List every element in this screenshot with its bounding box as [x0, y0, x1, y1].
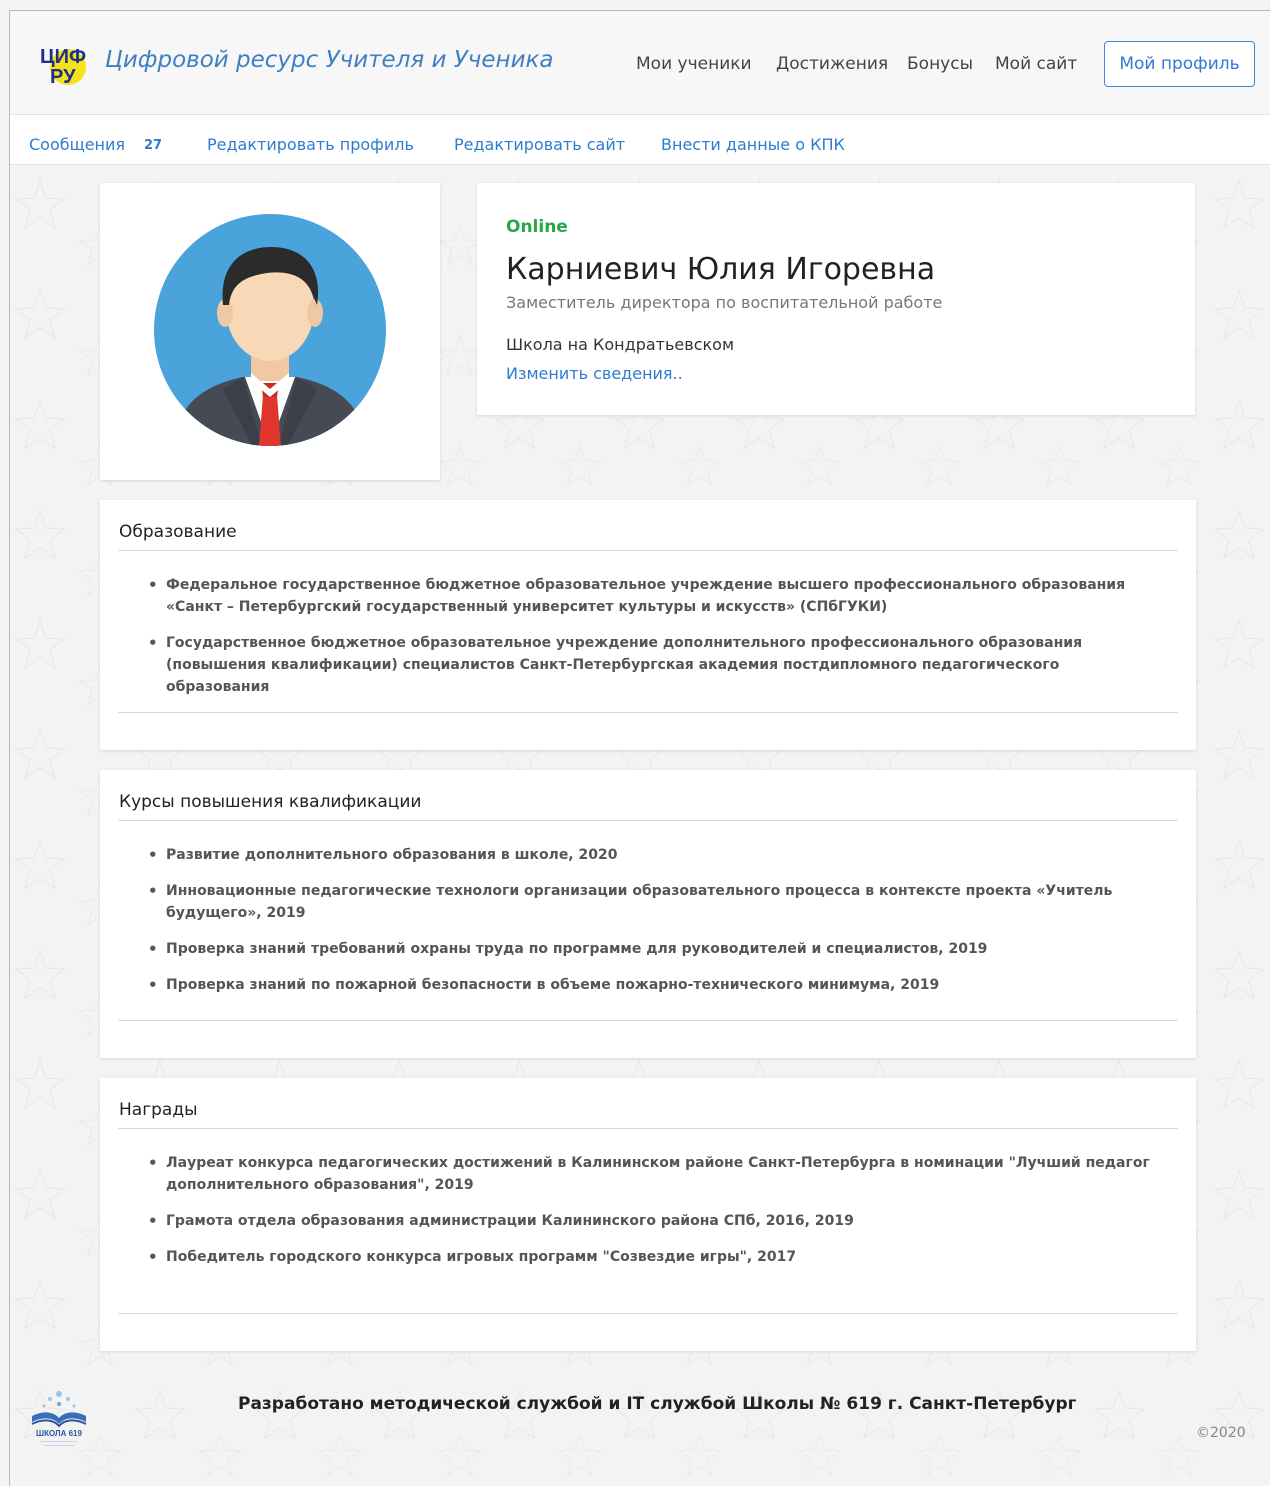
courses-section: Курсы повышения квалификации Развитие до…	[100, 770, 1196, 1058]
divider	[118, 820, 1178, 821]
section-title: Курсы повышения квалификации	[119, 792, 422, 812]
list-item: Развитие дополнительного образования в ш…	[148, 844, 1156, 866]
top-navbar: ЦИФ РУ Цифровой ресурс Учителя и Ученика…	[10, 11, 1270, 115]
list-item: Государственное бюджетное образовательно…	[148, 632, 1156, 698]
edit-profile-link[interactable]: Редактировать профиль	[207, 135, 414, 154]
svg-text:РУ: РУ	[50, 66, 76, 88]
my-profile-button[interactable]: Мой профиль	[1104, 41, 1255, 87]
edit-info-link[interactable]: Изменить сведения..	[506, 364, 683, 383]
profile-school: Школа на Кондратьевском	[506, 335, 735, 354]
messages-count-badge[interactable]: 27	[144, 138, 162, 153]
brand-name[interactable]: Цифровой ресурс Учителя и Ученика	[105, 47, 554, 73]
user-avatar-icon	[154, 214, 386, 446]
svg-text:ЦИФ: ЦИФ	[40, 46, 86, 68]
add-kpk-link[interactable]: Внести данные о КПК	[661, 135, 845, 154]
page-frame: ЦИФ РУ Цифровой ресурс Учителя и Ученика…	[9, 10, 1270, 1486]
courses-list: Развитие дополнительного образования в ш…	[148, 844, 1156, 1010]
sub-navbar: Сообщения 27 Редактировать профиль Редак…	[10, 115, 1270, 165]
divider	[118, 1020, 1178, 1021]
profile-name: Карниевич Юлия Игоревна	[506, 252, 936, 287]
section-title: Награды	[119, 1100, 198, 1120]
profile-info-card: Online Карниевич Юлия Игоревна Заместите…	[477, 183, 1195, 415]
nav-my-site[interactable]: Мой сайт	[995, 54, 1077, 74]
footer-credits: Разработано методической службой и IT сл…	[238, 1394, 1077, 1414]
footer-logo-caption: ШКОЛА 619	[36, 1429, 82, 1438]
list-item: Инновационные педагогические технологи о…	[148, 880, 1156, 924]
profile-position: Заместитель директора по воспитательной …	[506, 293, 943, 312]
avatar-card	[100, 183, 440, 480]
education-section: Образование Федеральное государственное …	[100, 500, 1196, 750]
divider	[118, 1128, 1178, 1129]
list-item: Грамота отдела образования администрации…	[148, 1210, 1156, 1232]
education-list: Федеральное государственное бюджетное об…	[148, 574, 1156, 712]
online-status: Online	[506, 217, 568, 237]
nav-achievements[interactable]: Достижения	[776, 54, 888, 74]
section-title: Образование	[119, 522, 237, 542]
divider	[118, 550, 1178, 551]
awards-list: Лауреат конкурса педагогических достижен…	[148, 1152, 1156, 1282]
awards-section: Награды Лауреат конкурса педагогических …	[100, 1078, 1196, 1351]
edit-site-link[interactable]: Редактировать сайт	[454, 135, 625, 154]
list-item: Проверка знаний требований охраны труда …	[148, 938, 1156, 960]
list-item: Лауреат конкурса педагогических достижен…	[148, 1152, 1156, 1196]
divider	[118, 1313, 1178, 1314]
list-item: Проверка знаний по пожарной безопасности…	[148, 974, 1156, 996]
cifru-logo-icon[interactable]: ЦИФ РУ	[38, 41, 96, 89]
copyright: ©2020	[1196, 1425, 1246, 1441]
divider	[118, 712, 1178, 713]
messages-link[interactable]: Сообщения	[29, 135, 125, 154]
list-item: Победитель городского конкурса игровых п…	[148, 1246, 1156, 1268]
school-619-logo-icon[interactable]: ШКОЛА 619	[28, 1386, 90, 1452]
nav-bonuses[interactable]: Бонусы	[907, 54, 973, 74]
list-item: Федеральное государственное бюджетное об…	[148, 574, 1156, 618]
nav-my-students[interactable]: Мои ученики	[636, 54, 752, 74]
